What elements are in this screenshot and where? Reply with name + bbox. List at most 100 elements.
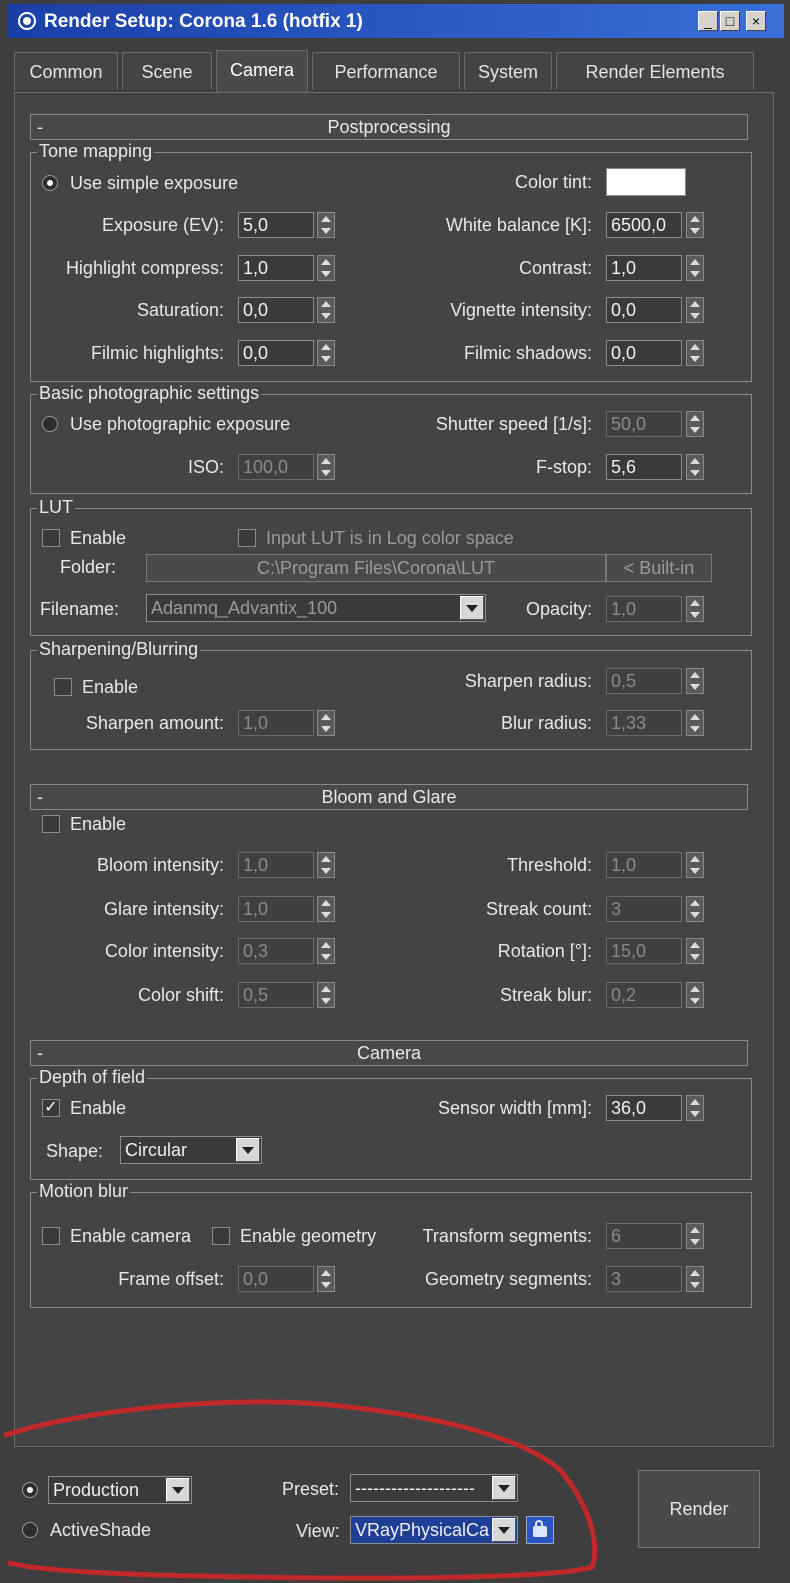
sharpen-amount-spinner[interactable]: [317, 710, 335, 736]
shutter-speed-field[interactable]: 50,0: [606, 411, 682, 437]
close-button[interactable]: ×: [746, 11, 766, 31]
frame-offset-spinner[interactable]: [317, 1266, 335, 1292]
threshold-label: Threshold:: [506, 855, 592, 875]
tab-performance[interactable]: Performance: [312, 52, 460, 90]
production-dropdown[interactable]: Production: [48, 1476, 192, 1504]
streak-blur-field[interactable]: 0,2: [606, 982, 682, 1008]
lock-view-button[interactable]: [526, 1516, 554, 1544]
f-stop-field[interactable]: 5,6: [606, 454, 682, 480]
vignette-intensity-spinner[interactable]: [686, 297, 704, 323]
bloom-intensity-spinner[interactable]: [317, 852, 335, 878]
highlight-compress-label: Highlight compress:: [65, 258, 224, 278]
saturation-field[interactable]: 0,0: [238, 297, 314, 323]
chevron-down-icon: [236, 1138, 260, 1162]
minimize-button[interactable]: _: [698, 11, 718, 31]
iso-spinner[interactable]: [317, 454, 335, 480]
frame-offset-label: Frame offset:: [118, 1269, 224, 1289]
enable-geometry-checkbox[interactable]: [212, 1227, 230, 1245]
filmic-shadows-label: Filmic shadows:: [463, 343, 592, 363]
rotation-field[interactable]: 15,0: [606, 938, 682, 964]
exposure-spinner[interactable]: [317, 212, 335, 238]
transform-segments-spinner[interactable]: [686, 1223, 704, 1249]
color-shift-spinner[interactable]: [317, 982, 335, 1008]
white-balance-label: White balance [K]:: [445, 215, 592, 235]
production-radio[interactable]: [22, 1482, 38, 1498]
threshold-spinner[interactable]: [686, 852, 704, 878]
shutter-speed-spinner[interactable]: [686, 411, 704, 437]
dof-enable-checkbox[interactable]: ✓: [42, 1099, 60, 1117]
color-intensity-spinner[interactable]: [317, 938, 335, 964]
shape-label: Shape:: [46, 1141, 104, 1161]
highlight-compress-field[interactable]: 1,0: [238, 255, 314, 281]
group-legend: Depth of field: [37, 1066, 148, 1088]
sharpen-amount-field[interactable]: 1,0: [238, 710, 314, 736]
vignette-intensity-label: Vignette intensity:: [450, 300, 592, 320]
render-button[interactable]: Render: [638, 1470, 760, 1548]
rotation-spinner[interactable]: [686, 938, 704, 964]
filmic-highlights-field[interactable]: 0,0: [238, 340, 314, 366]
sharpen-radius-field[interactable]: 0,5: [606, 668, 682, 694]
color-intensity-field[interactable]: 0,3: [238, 938, 314, 964]
lut-log-space-checkbox[interactable]: [238, 529, 256, 547]
preset-dropdown[interactable]: --------------------: [350, 1474, 518, 1502]
contrast-field[interactable]: 1,0: [606, 255, 682, 281]
view-label: View:: [296, 1521, 340, 1541]
vignette-intensity-field[interactable]: 0,0: [606, 297, 682, 323]
lut-folder-button[interactable]: C:\Program Files\Corona\LUT: [146, 554, 606, 582]
white-balance-spinner[interactable]: [686, 212, 704, 238]
built-in-button[interactable]: < Built-in: [606, 554, 712, 582]
sharpen-enable-checkbox[interactable]: [54, 678, 72, 696]
exposure-field[interactable]: 5,0: [238, 212, 314, 238]
sensor-width-spinner[interactable]: [686, 1095, 704, 1121]
lut-enable-checkbox[interactable]: [42, 529, 60, 547]
color-shift-field[interactable]: 0,5: [238, 982, 314, 1008]
transform-segments-field[interactable]: 6: [606, 1223, 682, 1249]
sharpen-radius-spinner[interactable]: [686, 668, 704, 694]
geometry-segments-spinner[interactable]: [686, 1266, 704, 1292]
streak-count-spinner[interactable]: [686, 896, 704, 922]
camera-rollout-header[interactable]: - Camera: [30, 1040, 748, 1066]
streak-blur-spinner[interactable]: [686, 982, 704, 1008]
blur-radius-spinner[interactable]: [686, 710, 704, 736]
enable-camera-checkbox[interactable]: [42, 1227, 60, 1245]
glare-intensity-spinner[interactable]: [317, 896, 335, 922]
bloom-intensity-field[interactable]: 1,0: [238, 852, 314, 878]
maximize-button[interactable]: □: [720, 11, 740, 31]
use-photographic-exposure-radio[interactable]: [42, 416, 58, 432]
color-tint-swatch[interactable]: [606, 168, 686, 196]
bloom-glare-rollout-header[interactable]: - Bloom and Glare: [30, 784, 748, 810]
title-bar[interactable]: Render Setup: Corona 1.6 (hotfix 1) _ □ …: [8, 4, 784, 38]
activeshade-radio[interactable]: [22, 1522, 38, 1538]
bloom-enable-checkbox[interactable]: [42, 815, 60, 833]
white-balance-field[interactable]: 6500,0: [606, 212, 682, 238]
tab-render-elements[interactable]: Render Elements: [556, 52, 754, 90]
tab-system[interactable]: System: [464, 52, 552, 90]
tab-camera[interactable]: Camera: [216, 50, 308, 92]
f-stop-spinner[interactable]: [686, 454, 704, 480]
threshold-field[interactable]: 1,0: [606, 852, 682, 878]
use-simple-exposure-radio[interactable]: [42, 175, 58, 191]
frame-offset-field[interactable]: 0,0: [238, 1266, 314, 1292]
contrast-spinner[interactable]: [686, 255, 704, 281]
postprocessing-rollout-header[interactable]: - Postprocessing: [30, 114, 748, 140]
highlight-compress-spinner[interactable]: [317, 255, 335, 281]
tab-scene[interactable]: Scene: [122, 52, 212, 90]
blur-radius-field[interactable]: 1,33: [606, 710, 682, 736]
production-value: Production: [53, 1480, 140, 1500]
saturation-spinner[interactable]: [317, 297, 335, 323]
opacity-spinner[interactable]: [686, 596, 704, 622]
depth-of-field-group: Depth of field: [30, 1066, 752, 1180]
filmic-shadows-spinner[interactable]: [686, 340, 704, 366]
filmic-highlights-spinner[interactable]: [317, 340, 335, 366]
use-simple-exposure-label: Use simple exposure: [70, 173, 239, 193]
geometry-segments-field[interactable]: 3: [606, 1266, 682, 1292]
opacity-field[interactable]: 1,0: [606, 596, 682, 622]
view-dropdown[interactable]: VRayPhysicalCa: [350, 1516, 518, 1544]
sensor-width-field[interactable]: 36,0: [606, 1095, 682, 1121]
streak-count-field[interactable]: 3: [606, 896, 682, 922]
glare-intensity-field[interactable]: 1,0: [238, 896, 314, 922]
filmic-shadows-field[interactable]: 0,0: [606, 340, 682, 366]
iso-field[interactable]: 100,0: [238, 454, 314, 480]
tab-common[interactable]: Common: [14, 52, 118, 90]
shape-dropdown[interactable]: Circular: [120, 1136, 262, 1164]
